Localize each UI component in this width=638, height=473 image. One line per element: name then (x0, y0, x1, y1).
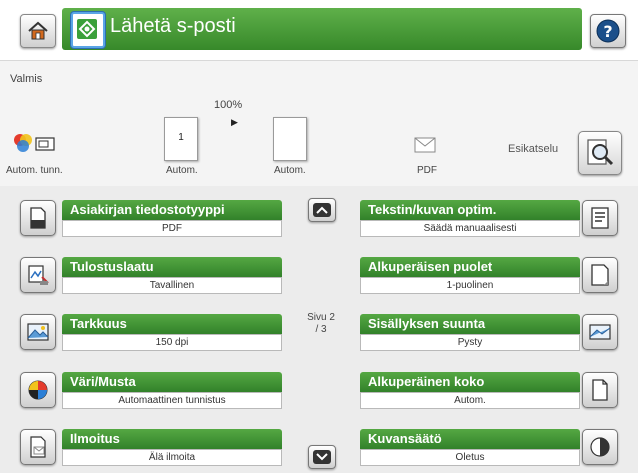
setting-title: Väri/Musta (62, 372, 282, 392)
help-button[interactable]: ? (590, 14, 626, 48)
home-button[interactable] (20, 14, 56, 48)
image-adjust-icon-button[interactable] (582, 429, 618, 465)
setting-value: Oletus (360, 449, 580, 466)
text-image-icon (591, 207, 609, 229)
page-indicator-line1: Sivu 2 (307, 312, 335, 323)
orientation-icon (589, 324, 611, 340)
document-icon-button[interactable] (20, 200, 56, 236)
notification-icon (30, 436, 46, 458)
quality-icon (28, 265, 49, 285)
svg-text:?: ? (603, 22, 612, 41)
chevron-down-icon (313, 450, 331, 464)
resolution-icon-button[interactable] (20, 314, 56, 350)
image-adjust-icon (590, 437, 610, 457)
status-text: Valmis (10, 73, 43, 85)
setting-title: Sisällyksen suunta (360, 314, 580, 334)
blank-page-thumbnail[interactable] (273, 117, 307, 161)
setting-title: Ilmoitus (62, 429, 282, 449)
setting-value: Pysty (360, 334, 580, 351)
setting-title: Tulostuslaatu (62, 257, 282, 277)
sides-label: Autom. (166, 165, 198, 176)
pdf-file-icon (414, 137, 436, 153)
sides-icon (591, 264, 609, 286)
setting-value: Tavallinen (62, 277, 282, 294)
setting-value: 150 dpi (62, 334, 282, 351)
sides-icon-button[interactable] (582, 257, 618, 293)
preview-label: Esikatselu (508, 143, 559, 155)
setting-value: Säädä manuaalisesti (360, 220, 580, 237)
magnifier-icon (587, 139, 614, 166)
orientation-icon-button[interactable] (582, 314, 618, 350)
color-detect-icon[interactable] (12, 131, 64, 159)
page-thumbnail[interactable]: 1 (164, 117, 198, 161)
start-button[interactable] (71, 12, 105, 48)
page-indicator-line2: / 3 (315, 324, 327, 335)
chevron-up-icon (313, 203, 331, 217)
scroll-up-button[interactable] (308, 198, 336, 222)
page-number: 1 (178, 132, 184, 143)
zoom-arrow-icon: ▶ (231, 117, 238, 127)
start-icon (77, 19, 97, 39)
file-type-label: PDF (417, 165, 437, 176)
quality-icon-button[interactable] (20, 257, 56, 293)
setting-value: 1-puolinen (360, 277, 580, 294)
help-icon: ? (596, 19, 620, 43)
color-mono-icon (28, 380, 48, 400)
page-size-label: Autom. (274, 165, 306, 176)
notification-icon-button[interactable] (20, 429, 56, 465)
page-title: Lähetä s-posti (110, 15, 236, 37)
document-icon (30, 207, 46, 229)
setting-value: PDF (62, 220, 282, 237)
setting-title: Kuvansäätö (360, 429, 580, 449)
resolution-icon (27, 323, 49, 341)
setting-title: Tekstin/kuvan optim. (360, 200, 580, 220)
page-indicator: Sivu 2 / 3 (301, 312, 341, 336)
setting-title: Alkuperäinen koko (360, 372, 580, 392)
title-bar: Lähetä s-posti ? (0, 0, 638, 60)
setting-value: Älä ilmoita (62, 449, 282, 466)
preview-button[interactable] (578, 131, 622, 175)
status-panel: Valmis 100% ▶ Autom. tunn. 1 Autom. Auto… (0, 60, 638, 187)
setting-title: Asiakirjan tiedostotyyppi (62, 200, 282, 220)
color-mono-icon-button[interactable] (20, 372, 56, 408)
original-size-icon-button[interactable] (582, 372, 618, 408)
home-icon (28, 21, 48, 40)
setting-title: Tarkkuus (62, 314, 282, 334)
setting-value: Autom. (360, 392, 580, 409)
original-size-icon (592, 379, 608, 401)
setting-value: Automaattinen tunnistus (62, 392, 282, 409)
text-image-icon-button[interactable] (582, 200, 618, 236)
setting-title: Alkuperäisen puolet (360, 257, 580, 277)
scroll-down-button[interactable] (308, 445, 336, 469)
color-mode-label: Autom. tunn. (6, 165, 63, 176)
zoom-level: 100% (214, 99, 243, 111)
